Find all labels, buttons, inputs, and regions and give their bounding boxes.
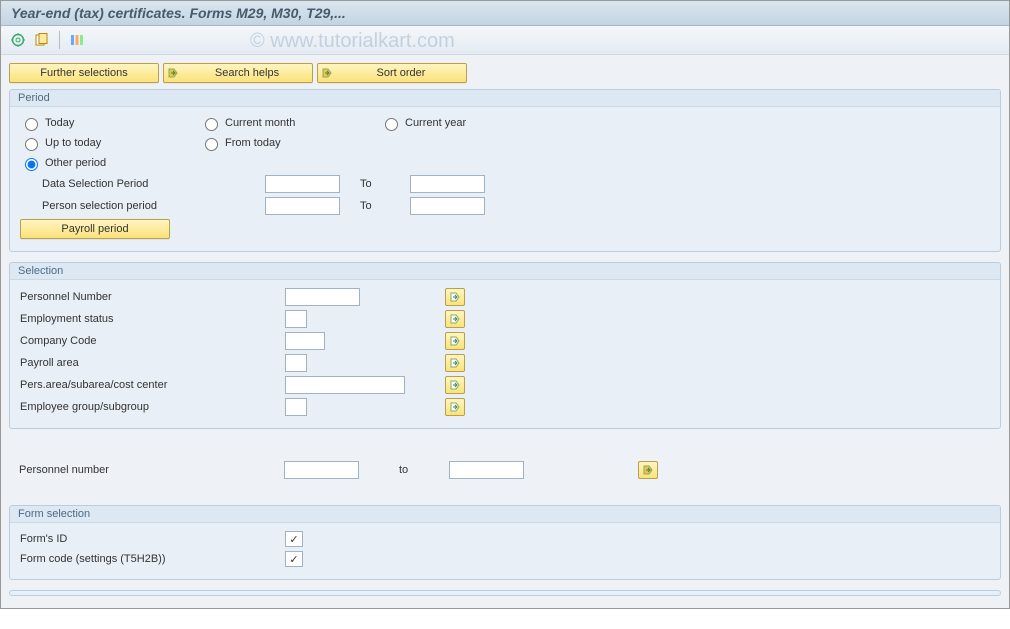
employment-status-label: Employment status [20,313,285,325]
settings-icon[interactable] [68,31,86,49]
overview-icon[interactable] [33,31,51,49]
form-selection-title: Form selection [10,506,1000,523]
arrow-right-icon [164,68,182,78]
company-code-input[interactable] [285,332,325,350]
pers-area-input[interactable] [285,376,405,394]
personnel-number-input[interactable] [285,288,360,306]
range-personnel-number-label: Personnel number [19,464,284,476]
person-selection-to-input[interactable] [410,197,485,215]
app-toolbar [1,26,1009,55]
radio-today[interactable] [25,118,38,131]
personnel-number-range: Personnel number to [9,449,1001,495]
pers-area-multi-button[interactable] [445,376,465,394]
selection-group-title: Selection [10,263,1000,280]
employment-status-input[interactable] [285,310,307,328]
range-to-label: to [359,464,449,476]
data-selection-to-label: To [340,178,410,190]
radio-current-month-label[interactable]: Current month [225,117,295,129]
personnel-number-multi-button[interactable] [445,288,465,306]
form-code-checkbox[interactable]: ✓ [285,551,303,567]
person-selection-period-label: Person selection period [20,200,265,212]
radio-current-year[interactable] [385,118,398,131]
form-selection-group: Form selection Form's ID ✓ Form code (se… [9,505,1001,580]
radio-up-to-today[interactable] [25,138,38,151]
execute-icon[interactable] [9,31,27,49]
empty-group [9,590,1001,596]
search-helps-button[interactable]: Search helps [163,63,313,83]
payroll-area-multi-button[interactable] [445,354,465,372]
payroll-area-input[interactable] [285,354,307,372]
person-selection-from-input[interactable] [265,197,340,215]
period-group-title: Period [10,90,1000,107]
page-title: Year-end (tax) certificates. Forms M29, … [1,1,1009,26]
radio-current-year-label[interactable]: Current year [405,117,466,129]
data-selection-period-label: Data Selection Period [20,178,265,190]
pers-area-label: Pers.area/subarea/cost center [20,379,285,391]
personnel-number-label: Personnel Number [20,291,285,303]
selection-group: Selection Personnel Number Employment st… [9,262,1001,429]
further-selections-button[interactable]: Further selections [9,63,159,83]
selection-button-row: Further selections Search helps Sort ord… [9,63,1001,83]
data-selection-from-input[interactable] [265,175,340,193]
forms-id-checkbox[interactable]: ✓ [285,531,303,547]
person-selection-to-label: To [340,200,410,212]
arrow-right-icon [318,68,336,78]
company-code-label: Company Code [20,335,285,347]
radio-today-label[interactable]: Today [45,117,74,129]
employment-status-multi-button[interactable] [445,310,465,328]
range-personnel-from-input[interactable] [284,461,359,479]
toolbar-separator [59,31,60,49]
radio-current-month[interactable] [205,118,218,131]
employee-group-input[interactable] [285,398,307,416]
data-selection-to-input[interactable] [410,175,485,193]
sort-order-button[interactable]: Sort order [317,63,467,83]
period-group: Period Today Current month Current year … [9,89,1001,252]
radio-up-to-today-label[interactable]: Up to today [45,137,101,149]
forms-id-label: Form's ID [20,533,285,545]
payroll-period-button[interactable]: Payroll period [20,219,170,239]
employee-group-multi-button[interactable] [445,398,465,416]
payroll-area-label: Payroll area [20,357,285,369]
form-code-label: Form code (settings (T5H2B)) [20,553,285,565]
employee-group-label: Employee group/subgroup [20,401,285,413]
range-personnel-to-input[interactable] [449,461,524,479]
range-personnel-multi-button[interactable] [638,461,658,479]
radio-from-today-label[interactable]: From today [225,137,281,149]
radio-other-period[interactable] [25,158,38,171]
radio-from-today[interactable] [205,138,218,151]
radio-other-period-label[interactable]: Other period [45,157,106,169]
company-code-multi-button[interactable] [445,332,465,350]
